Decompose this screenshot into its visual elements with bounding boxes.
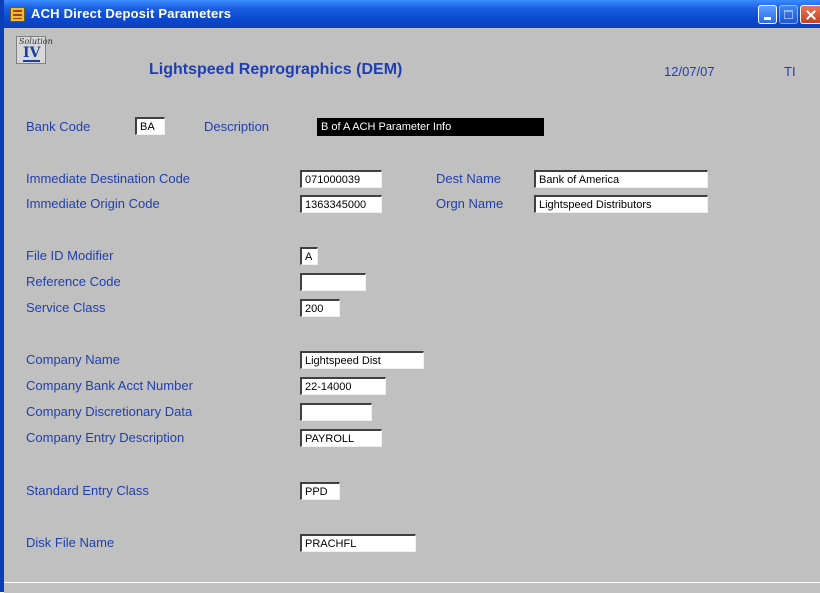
close-icon[interactable]: [800, 5, 820, 24]
company-bank-acct-number-field[interactable]: 22-14000: [300, 377, 386, 395]
disk-file-name-field[interactable]: PRACHFL: [300, 534, 416, 552]
immediate-destination-code-label: Immediate Destination Code: [26, 171, 191, 186]
minimize-icon[interactable]: [758, 5, 777, 24]
solution-iv-logo: Solution IV: [16, 36, 53, 64]
standard-entry-class-field[interactable]: PPD: [300, 482, 340, 500]
dest-name-field[interactable]: Bank of America: [534, 170, 708, 188]
bank-code-label: Bank Code: [26, 119, 91, 134]
title-bar[interactable]: ACH Direct Deposit Parameters: [4, 0, 820, 28]
company-bank-acct-number-label: Company Bank Acct Number: [26, 378, 193, 393]
orgn-name-field[interactable]: Lightspeed Distributors: [534, 195, 708, 213]
maximize-icon: [779, 5, 798, 24]
file-id-modifier-field[interactable]: A: [300, 247, 318, 265]
status-bar: [4, 582, 820, 593]
company-title: Lightspeed Reprographics (DEM): [149, 61, 403, 78]
service-class-field[interactable]: 200: [300, 299, 340, 317]
standard-entry-class-label: Standard Entry Class: [26, 483, 149, 498]
immediate-destination-code-field[interactable]: 071000039: [300, 170, 382, 188]
orgn-name-label: Orgn Name: [436, 196, 504, 211]
form-area: Solution IV Lightspeed Reprographics (DE…: [4, 28, 820, 582]
app-table-icon[interactable]: [10, 7, 25, 22]
company-discretionary-data-field[interactable]: [300, 403, 372, 421]
bank-code-field[interactable]: BA: [135, 117, 165, 135]
reference-code-field[interactable]: [300, 273, 366, 291]
service-class-label: Service Class: [26, 300, 106, 315]
logo-numeral: IV: [23, 45, 41, 62]
company-discretionary-data-label: Company Discretionary Data: [26, 404, 193, 419]
disk-file-name-label: Disk File Name: [26, 535, 115, 550]
user-initials: TI: [784, 64, 796, 79]
file-id-modifier-label: File ID Modifier: [26, 248, 114, 263]
immediate-origin-code-label: Immediate Origin Code: [26, 196, 160, 211]
company-name-label: Company Name: [26, 352, 120, 367]
company-name-field[interactable]: Lightspeed Dist: [300, 351, 424, 369]
company-entry-description-field[interactable]: PAYROLL: [300, 429, 382, 447]
date-display: 12/07/07: [664, 64, 715, 79]
dest-name-label: Dest Name: [436, 171, 502, 186]
reference-code-label: Reference Code: [26, 274, 121, 289]
immediate-origin-code-field[interactable]: 1363345000: [300, 195, 382, 213]
company-entry-description-label: Company Entry Description: [26, 430, 185, 445]
description-label: Description: [204, 119, 270, 134]
window-title: ACH Direct Deposit Parameters: [31, 6, 232, 21]
description-field[interactable]: B of A ACH Parameter Info: [317, 118, 544, 136]
